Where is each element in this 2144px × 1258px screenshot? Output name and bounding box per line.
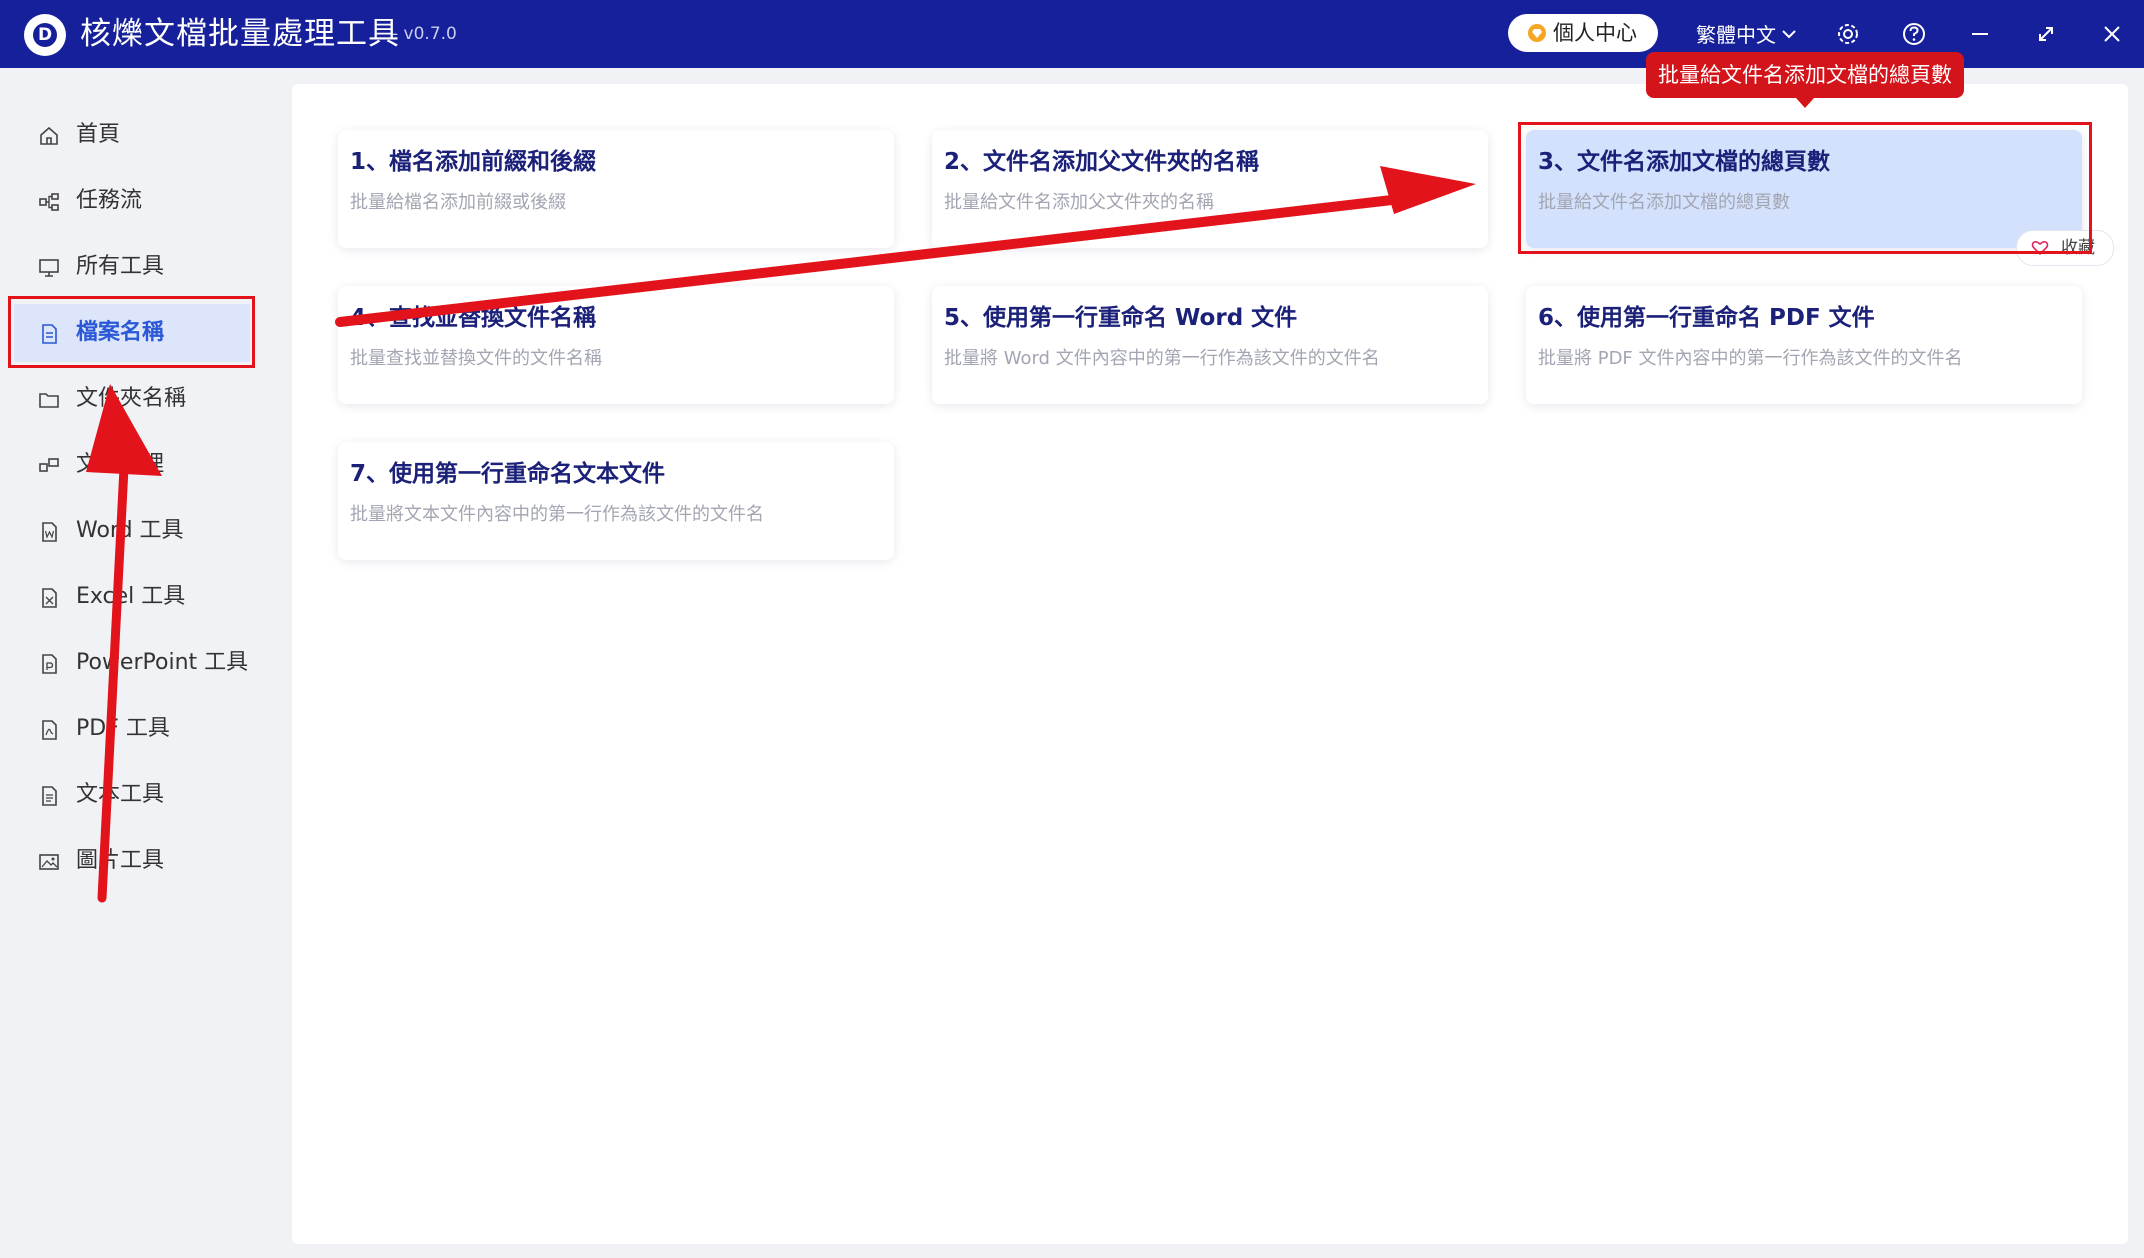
pdf-icon: [42, 720, 57, 740]
sidebar-item-text-tools[interactable]: 文本工具: [14, 766, 250, 824]
sidebar-item-label: 檔案名稱: [76, 320, 165, 345]
maximize-icon[interactable]: [2032, 20, 2060, 48]
sidebar-item-label: Excel 工具: [76, 584, 186, 609]
tool-card-7[interactable]: 7、使用第一行重命名文本文件 批量將文本文件內容中的第一行作為該文件的文件名: [338, 442, 894, 560]
sidebar-item-label: Word 工具: [76, 518, 184, 543]
app-version: - v0.7.0: [392, 24, 457, 44]
tool-card-6[interactable]: 6、使用第一行重命名 PDF 文件 批量將 PDF 文件內容中的第一行作為該文件…: [1526, 286, 2082, 404]
sidebar-item-label: 文件整理: [76, 452, 165, 477]
tool-card-4[interactable]: 4、查找並替換文件名稱 批量查找並替換文件的文件名稱: [338, 286, 894, 404]
card-title: 7、使用第一行重命名文本文件: [350, 461, 666, 487]
card-description: 批量將 Word 文件內容中的第一行作為該文件的文件名: [944, 348, 1380, 369]
text-icon: [42, 786, 57, 806]
sidebar-item-label: 文件夾名稱: [76, 386, 187, 411]
card-description: 批量查找並替換文件的文件名稱: [350, 348, 602, 369]
file-name-icon: [42, 324, 57, 344]
app-logo-letter: D: [33, 23, 57, 47]
workflow-icon: [39, 193, 59, 211]
card-title: 1、檔名添加前綴和後綴: [350, 149, 597, 175]
help-icon[interactable]: [1900, 20, 1928, 48]
favorite-label: 收藏: [2061, 238, 2095, 258]
powerpoint-icon: [42, 654, 57, 674]
sidebar-item-file-organize[interactable]: 文件整理: [14, 436, 250, 494]
home-icon: [40, 126, 58, 145]
sidebar-item-word-tools[interactable]: Word 工具: [14, 502, 250, 560]
sidebar-item-label: 首頁: [76, 122, 121, 147]
sidebar-item-label: 所有工具: [76, 254, 165, 279]
minimize-icon[interactable]: [1966, 20, 1994, 48]
tool-card-2[interactable]: 2、文件名添加父文件夾的名稱 批量給文件名添加父文件夾的名稱: [932, 130, 1488, 248]
language-select[interactable]: 繁體中文: [1696, 20, 1776, 50]
card-title: 5、使用第一行重命名 Word 文件: [944, 305, 1298, 331]
card-description: 批量將文本文件內容中的第一行作為該文件的文件名: [350, 504, 764, 525]
sidebar-item-label: PowerPoint 工具: [76, 650, 249, 675]
tool-card-5[interactable]: 5、使用第一行重命名 Word 文件 批量將 Word 文件內容中的第一行作為該…: [932, 286, 1488, 404]
sidebar-item-label: PDF 工具: [76, 716, 170, 741]
excel-icon: [42, 588, 57, 608]
tooltip: 批量給文件名添加文檔的總頁數: [1646, 52, 1964, 108]
vip-diamond-icon: [1528, 24, 1546, 42]
sidebar-item-folder-name[interactable]: 文件夾名稱: [14, 370, 250, 428]
sidebar: 首頁 任務流 所有工具 檔案名稱 文件夾名稱 文件整理 Word 工具 Exce…: [0, 68, 252, 1258]
sidebar-item-pdf-tools[interactable]: PDF 工具: [14, 700, 250, 758]
favorite-button[interactable]: 收藏: [2016, 230, 2114, 266]
card-description: 批量將 PDF 文件內容中的第一行作為該文件的文件名: [1538, 348, 1963, 369]
settings-gear-icon[interactable]: [1834, 20, 1862, 48]
card-title: 3、文件名添加文檔的總頁數: [1538, 149, 1831, 175]
monitor-icon: [39, 259, 59, 277]
app-title: 核爍文檔批量處理工具: [80, 16, 400, 52]
chevron-down-icon[interactable]: [1780, 22, 1798, 46]
card-description: 批量給文件名添加父文件夾的名稱: [944, 192, 1214, 213]
card-title: 2、文件名添加父文件夾的名稱: [944, 149, 1260, 175]
sidebar-item-label: 文本工具: [76, 782, 165, 807]
word-icon: [42, 522, 57, 542]
close-icon[interactable]: [2098, 20, 2126, 48]
sidebar-item-home[interactable]: 首頁: [14, 106, 250, 164]
tool-card-1[interactable]: 1、檔名添加前綴和後綴 批量給檔名添加前綴或後綴: [338, 130, 894, 248]
main-panel: [292, 84, 2128, 1244]
sidebar-item-all-tools[interactable]: 所有工具: [14, 238, 250, 296]
card-title: 6、使用第一行重命名 PDF 文件: [1538, 305, 1875, 331]
folder-icon: [39, 393, 59, 408]
sidebar-item-workflow[interactable]: 任務流: [14, 172, 250, 230]
sidebar-item-label: 圖片工具: [76, 848, 165, 873]
card-description: 批量給檔名添加前綴或後綴: [350, 192, 566, 213]
organize-icon: [39, 458, 59, 472]
image-icon: [39, 854, 59, 870]
sidebar-item-image-tools[interactable]: 圖片工具: [14, 832, 250, 890]
sidebar-item-file-name[interactable]: 檔案名稱: [14, 304, 250, 362]
card-description: 批量給文件名添加文檔的總頁數: [1538, 192, 1790, 213]
user-center-button[interactable]: 個人中心: [1508, 14, 1658, 52]
app-logo: D: [24, 14, 66, 56]
sidebar-item-powerpoint-tools[interactable]: PowerPoint 工具: [14, 634, 250, 692]
sidebar-item-excel-tools[interactable]: Excel 工具: [14, 568, 250, 626]
user-center-label: 個人中心: [1553, 21, 1637, 45]
card-title: 4、查找並替換文件名稱: [350, 305, 597, 331]
tool-card-3[interactable]: 3、文件名添加文檔的總頁數 批量給文件名添加文檔的總頁數: [1526, 130, 2082, 248]
sidebar-item-label: 任務流: [76, 188, 143, 213]
heart-icon: [2031, 240, 2049, 256]
